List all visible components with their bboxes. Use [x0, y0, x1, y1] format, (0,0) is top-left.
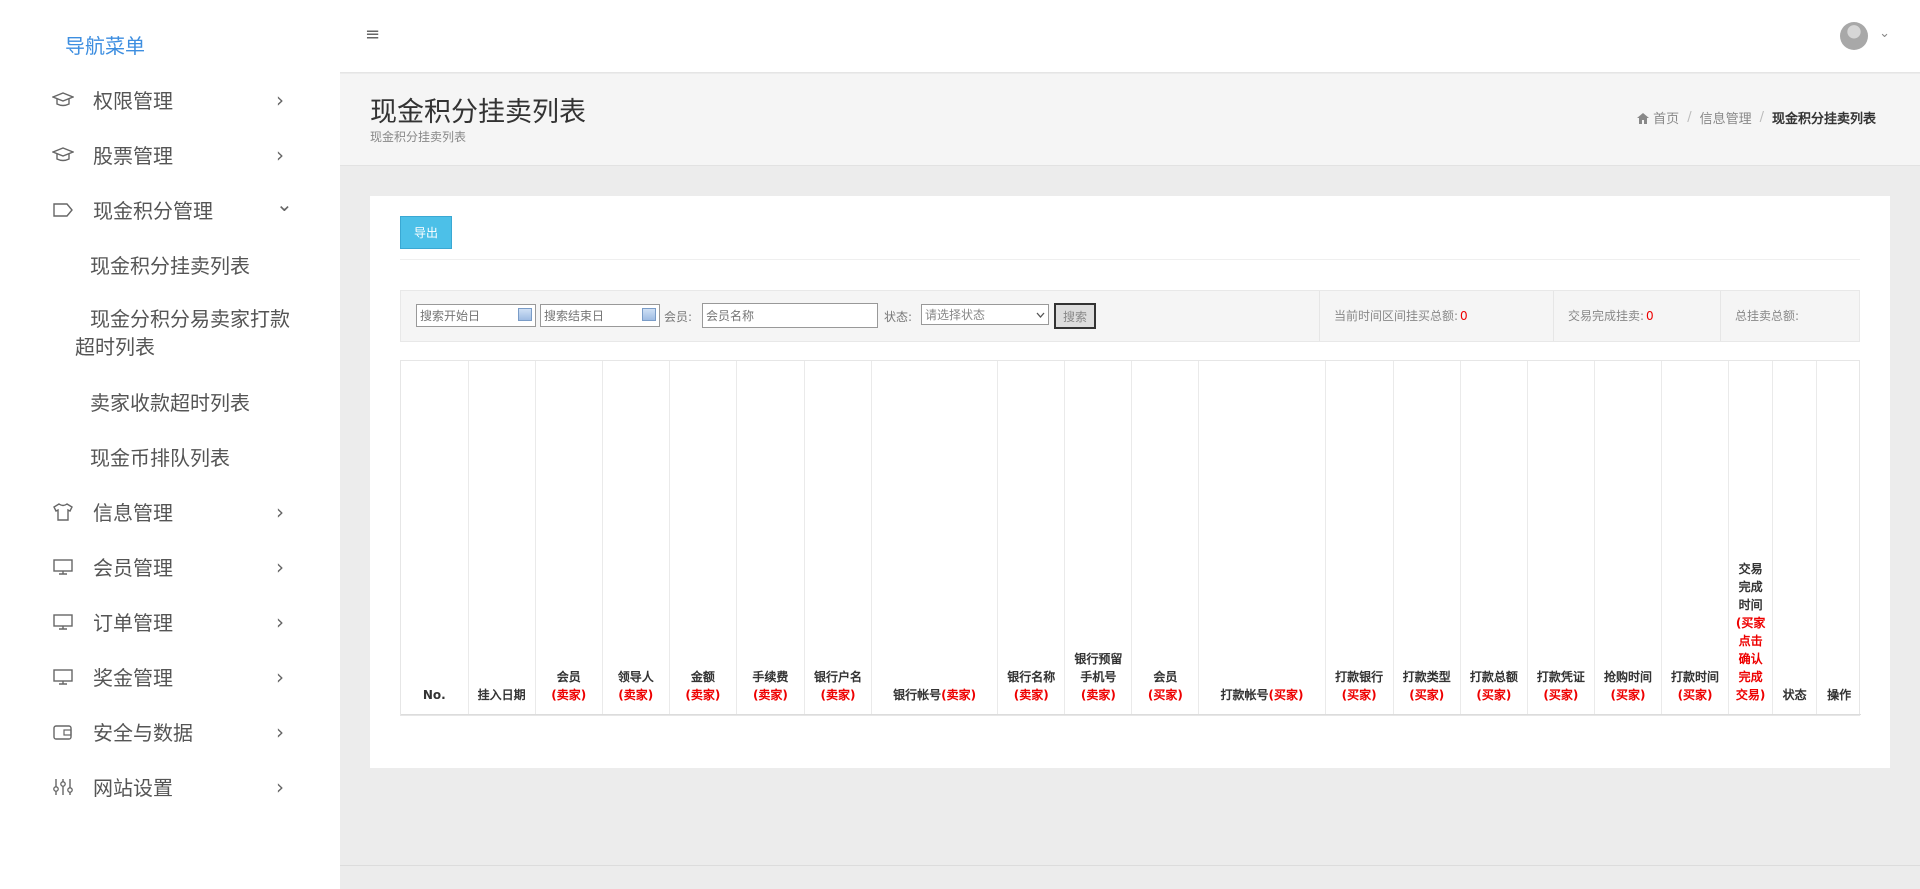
tag-icon [52, 199, 74, 221]
search-button[interactable]: 搜索 [1054, 303, 1096, 329]
column-header: 状态 [1772, 361, 1818, 715]
home-icon [1637, 113, 1650, 124]
user-avatar[interactable] [1840, 22, 1868, 50]
column-header: 打款时间 (买家) [1661, 361, 1730, 715]
member-name-input[interactable] [702, 303, 878, 328]
calendar-icon[interactable] [518, 308, 532, 321]
column-header: 会员 (买家) [1131, 361, 1200, 715]
column-header: 银行名称 (卖家) [997, 361, 1066, 715]
sidebar-item-permissions[interactable]: 权限管理 › [0, 72, 340, 127]
sidebar-item-label: 现金积分管理 [93, 199, 213, 223]
chevron-down-icon[interactable]: ⌄ [1879, 26, 1890, 41]
sidebar-item-bonus[interactable]: 奖金管理 › [0, 649, 340, 704]
stat-range-buy-total: 当前时间区间挂买总额: 0 [1319, 291, 1554, 341]
data-table-wrapper: No. 挂入日期 会员 (卖家) 领导人 (卖家) 金额 (卖家) 手续费 (卖家) 银… [400, 360, 1861, 716]
chevron-down-icon: ⌄ [276, 192, 293, 216]
sidebar-item-security[interactable]: 安全与数据 › [0, 704, 340, 759]
sidebar-item-label: 网站设置 [93, 776, 173, 800]
calendar-icon[interactable] [642, 308, 656, 321]
sidebar-item-label: 权限管理 [93, 89, 173, 113]
shirt-icon [52, 501, 74, 523]
sidebar-subitem-cash-coin-queue[interactable]: 现金币排队列表 [0, 429, 340, 484]
footer-divider [340, 865, 1920, 866]
chevron-down-icon [1036, 312, 1045, 318]
sidebar-menu: 权限管理 › 股票管理 › 现金积分管理 ⌄ 现金积分挂卖列表 现金分积分易卖家… [0, 72, 340, 814]
sidebar-item-label: 会员管理 [93, 556, 173, 580]
column-header: 操作 [1816, 361, 1861, 715]
chevron-right-icon: › [276, 87, 284, 112]
sidebar-item-label: 奖金管理 [93, 666, 173, 690]
sidebar-subitem-seller-payment-timeout[interactable]: 现金分积分易卖家打款超时列表 [0, 292, 340, 374]
stat-total-sell: 总挂卖总额: [1720, 291, 1860, 341]
breadcrumb-current: 现金积分挂卖列表 [1771, 112, 1876, 127]
column-header: 银行预留手机号 (卖家) [1064, 361, 1133, 715]
status-select[interactable]: 请选择状态 [921, 304, 1049, 325]
divider [400, 259, 1860, 260]
column-header: 领导人 (卖家) [602, 361, 670, 715]
column-header: No. [401, 361, 469, 715]
chevron-right-icon: › [276, 719, 284, 744]
stat-completed-sell: 交易完成挂卖: 0 [1553, 291, 1720, 341]
column-header: 打款凭证 (买家) [1527, 361, 1595, 715]
page-subtitle: 现金积分挂卖列表 [370, 130, 467, 144]
monitor-icon [52, 611, 74, 633]
column-header: 金额 (卖家) [669, 361, 737, 715]
sidebar-item-label: 订单管理 [93, 611, 173, 635]
chevron-right-icon: › [276, 609, 284, 634]
mortarboard-icon [52, 89, 74, 111]
column-header: 银行户名 (卖家) [804, 361, 873, 715]
sidebar-item-label: 安全与数据 [93, 721, 193, 745]
filter-bar: 会员: 状态: 请选择状态 搜索 当前时间区间挂买总额:0 交易完成挂卖:0 总… [400, 290, 1860, 342]
column-header: 银行帐号(卖家) [871, 361, 999, 715]
sliders-icon [52, 776, 74, 798]
column-header: 交易完成时间(买家点击确认完成交易) [1728, 361, 1774, 715]
breadcrumb-section[interactable]: 信息管理 [1700, 108, 1752, 127]
status-label: 状态: [884, 310, 913, 324]
column-header: 会员 (卖家) [535, 361, 603, 715]
sidebar-item-stocks[interactable]: 股票管理 › [0, 127, 340, 182]
sidebar-item-label: 信息管理 [93, 501, 173, 525]
chevron-right-icon: › [276, 142, 284, 167]
column-header: 打款类型 (买家) [1393, 361, 1461, 715]
sidebar-subitem-cash-points-sell-list[interactable]: 现金积分挂卖列表 [0, 237, 340, 292]
breadcrumb-home[interactable]: 首页 [1637, 108, 1679, 127]
sidebar: 导航菜单 权限管理 › 股票管理 › 现金积分管理 ⌄ 现金积分挂卖列表 现金分… [0, 0, 340, 889]
sidebar-item-members[interactable]: 会员管理 › [0, 539, 340, 594]
column-header: 手续费 (卖家) [736, 361, 805, 715]
sidebar-subitem-seller-receipt-timeout[interactable]: 卖家收款超时列表 [0, 374, 340, 429]
sidebar-title: 导航菜单 [65, 34, 145, 58]
chevron-right-icon: › [276, 774, 284, 799]
sidebar-item-label: 股票管理 [93, 144, 173, 168]
monitor-icon [52, 666, 74, 688]
sell-list-table: No. 挂入日期 会员 (卖家) 领导人 (卖家) 金额 (卖家) 手续费 (卖家) 银… [401, 361, 1861, 715]
column-header: 挂入日期 [468, 361, 536, 715]
column-header: 打款银行 (买家) [1325, 361, 1394, 715]
column-header: 打款帐号(买家) [1198, 361, 1326, 715]
chevron-right-icon: › [276, 554, 284, 579]
member-label: 会员: [664, 310, 693, 324]
page-header: 现金积分挂卖列表 现金积分挂卖列表 首页 / 信息管理 / 现金积分挂卖列表 [340, 74, 1920, 166]
hamburger-menu-icon[interactable]: ≡ [365, 24, 380, 45]
breadcrumb-separator: / [1759, 110, 1764, 125]
page-title: 现金积分挂卖列表 [370, 97, 586, 128]
breadcrumb: 首页 / 信息管理 / 现金积分挂卖列表 [1637, 108, 1876, 127]
column-header: 打款总额 (买家) [1460, 361, 1528, 715]
chevron-right-icon: › [276, 499, 284, 524]
monitor-icon [52, 556, 74, 578]
table-header-row: No. 挂入日期 会员 (卖家) 领导人 (卖家) 金额 (卖家) 手续费 (卖家) 银… [401, 361, 1861, 715]
wallet-icon [52, 721, 74, 743]
sidebar-item-orders[interactable]: 订单管理 › [0, 594, 340, 649]
breadcrumb-separator: / [1687, 110, 1692, 125]
top-bar: ≡ ⌄ [340, 0, 1920, 73]
export-button[interactable]: 导出 [400, 216, 452, 249]
mortarboard-icon [52, 144, 74, 166]
sidebar-item-site-settings[interactable]: 网站设置 › [0, 759, 340, 814]
column-header: 抢购时间 (买家) [1594, 361, 1663, 715]
chevron-right-icon: › [276, 664, 284, 689]
sidebar-item-info[interactable]: 信息管理 › [0, 484, 340, 539]
sidebar-item-cash-points[interactable]: 现金积分管理 ⌄ [0, 182, 340, 237]
content-panel: 导出 会员: 状态: 请选择状态 搜索 当前时间区间挂买总额:0 交易完成挂卖:… [370, 196, 1890, 768]
